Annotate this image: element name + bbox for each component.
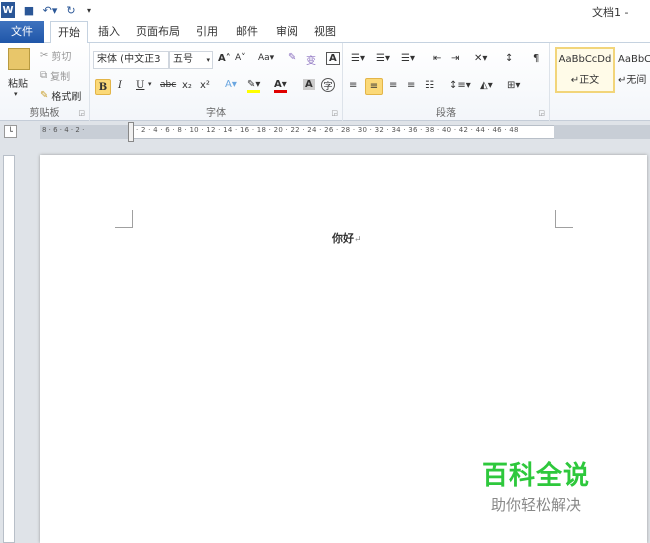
- undo-icon[interactable]: ↶▾: [40, 2, 60, 18]
- line-spacing-icon[interactable]: ↕≡▾: [449, 80, 471, 91]
- tab-page-layout[interactable]: 页面布局: [134, 21, 182, 43]
- scissors-icon: ✂: [40, 50, 49, 61]
- brush-icon: ✎: [40, 90, 49, 101]
- tab-view[interactable]: 视图: [310, 21, 340, 43]
- font-name-select[interactable]: 宋体 (中文正3: [93, 51, 169, 69]
- highlight-icon[interactable]: ✎▾: [247, 79, 261, 93]
- title-bar: W ■ ↶▾ ↻ ▾ 文档1 - Mic: [0, 0, 650, 33]
- copy-button[interactable]: ⧉ 复制: [40, 68, 70, 83]
- copy-label: 复制: [50, 72, 71, 83]
- font-size-select[interactable]: 五号 ▾: [169, 51, 213, 69]
- clear-format-icon[interactable]: ✎: [288, 52, 296, 63]
- char-shading-icon[interactable]: A: [303, 79, 315, 90]
- sort-icon[interactable]: ↕: [505, 53, 513, 64]
- shading-icon[interactable]: ◭▾: [480, 80, 493, 91]
- style-preview: AaBbC: [618, 54, 650, 65]
- style-normal[interactable]: AaBbCcDd ↵正文: [555, 47, 615, 93]
- clipboard-group-label: 剪贴板: [29, 108, 60, 119]
- font-color-icon[interactable]: A▾: [274, 79, 287, 93]
- margin-corner-mark: [115, 210, 133, 228]
- save-icon[interactable]: ■: [22, 2, 36, 18]
- dialog-launcher-icon[interactable]: ◲: [538, 109, 545, 117]
- phonetic-guide-icon[interactable]: 变: [306, 52, 316, 67]
- document-text[interactable]: 你好↵: [332, 230, 362, 246]
- strikethrough-button[interactable]: abc: [160, 80, 176, 90]
- watermark: 百科全说 助你轻松解决: [482, 455, 590, 515]
- watermark-title: 百科全说: [482, 461, 591, 491]
- tab-references[interactable]: 引用: [192, 21, 222, 43]
- redo-icon[interactable]: ↻: [64, 2, 78, 18]
- tab-file[interactable]: 文件: [0, 21, 44, 43]
- tab-insert[interactable]: 插入: [94, 21, 124, 43]
- watermark-subtitle: 助你轻松解决: [491, 496, 582, 514]
- style-name: ↵无间: [618, 75, 647, 86]
- font-group-label: 字体: [206, 108, 226, 119]
- align-center-icon[interactable]: ≡: [365, 78, 383, 95]
- change-case-button[interactable]: Aa ▾: [258, 53, 274, 63]
- underline-button[interactable]: U: [136, 80, 144, 91]
- vertical-ruler[interactable]: [3, 155, 15, 543]
- text-effects-icon[interactable]: A▾: [225, 79, 237, 90]
- justify-icon[interactable]: ≡: [407, 80, 415, 91]
- paste-dropdown-icon[interactable]: ▾: [14, 90, 18, 98]
- ruler-left-numbers: 8 · 6 · 4 · 2 ·: [42, 126, 85, 134]
- tab-review[interactable]: 审阅: [272, 21, 302, 43]
- ribbon: 粘贴 ▾ ✂ 剪切 ⧉ 复制 ✎ 格式刷 剪贴板 ◲ 宋体 (中文正3 五号 ▾ A˄ …: [0, 43, 650, 121]
- paste-button[interactable]: 粘贴: [8, 75, 28, 90]
- superscript-button[interactable]: x²: [200, 80, 210, 91]
- cut-button[interactable]: ✂ 剪切: [40, 48, 71, 63]
- ruler-right-margin: [554, 125, 650, 139]
- multilevel-list-icon[interactable]: ☰▾: [401, 53, 415, 64]
- enclose-char-icon[interactable]: 字: [321, 78, 335, 92]
- subscript-button[interactable]: x₂: [182, 80, 192, 91]
- tab-home[interactable]: 开始: [50, 21, 88, 44]
- font-group: 宋体 (中文正3 五号 ▾ A˄ A˅ Aa ▾ ✎ 变 A B I U ▾ abc…: [90, 43, 343, 121]
- copy-icon: ⧉: [40, 70, 48, 81]
- dialog-launcher-icon[interactable]: ◲: [331, 109, 338, 117]
- align-right-icon[interactable]: ≡: [389, 80, 397, 91]
- format-painter-button[interactable]: ✎ 格式刷: [40, 88, 81, 103]
- ruler-right-numbers: · 2 · 4 · 6 · 8 · 10 · 12 · 14 · 16 · 18…: [136, 126, 519, 134]
- chevron-down-icon: ▾: [206, 56, 210, 64]
- paragraph-group: ☰▾ ☰▾ ☰▾ ⇤ ⇥ ✕▾ ↕ ¶ ≡ ≡ ≡ ≡ ☷ ↕≡▾ ◭▾ ⊞▾ …: [343, 43, 550, 121]
- align-left-icon[interactable]: ≡: [349, 80, 357, 91]
- bullets-icon[interactable]: ☰▾: [351, 53, 365, 64]
- underline-dropdown-icon[interactable]: ▾: [148, 80, 152, 88]
- font-name-value: 宋体 (中文正3: [97, 54, 161, 65]
- style-name: ↵正文: [570, 75, 600, 86]
- chinese-layout-icon[interactable]: ✕▾: [474, 53, 487, 64]
- italic-button[interactable]: I: [118, 80, 122, 91]
- grow-font-icon[interactable]: A˄: [218, 53, 231, 64]
- margin-corner-mark: [555, 210, 573, 228]
- show-marks-icon[interactable]: ¶: [533, 53, 539, 64]
- indent-marker[interactable]: [128, 122, 134, 142]
- style-no-spacing[interactable]: AaBbC ↵无间: [618, 47, 650, 93]
- format-painter-label: 格式刷: [51, 92, 82, 103]
- distributed-icon[interactable]: ☷: [425, 80, 434, 91]
- increase-indent-icon[interactable]: ⇥: [451, 53, 459, 64]
- char-border-icon[interactable]: A: [326, 52, 340, 65]
- paragraph-group-label: 段落: [436, 108, 456, 119]
- cut-label: 剪切: [51, 52, 72, 63]
- clipboard-group: 粘贴 ▾ ✂ 剪切 ⧉ 复制 ✎ 格式刷 剪贴板 ◲: [0, 43, 90, 121]
- bold-button[interactable]: B: [95, 79, 111, 95]
- customize-quick-access-icon[interactable]: ▾: [84, 2, 94, 18]
- numbering-icon[interactable]: ☰▾: [376, 53, 390, 64]
- dialog-launcher-icon[interactable]: ◲: [78, 109, 85, 117]
- word-app-icon[interactable]: W: [1, 2, 15, 18]
- decrease-indent-icon[interactable]: ⇤: [433, 53, 441, 64]
- ribbon-tabs: 文件 开始 插入 页面布局 引用 邮件 审阅 视图: [0, 21, 650, 44]
- styles-group: AaBbCcDd ↵正文 AaBbC ↵无间: [550, 43, 650, 121]
- shrink-font-icon[interactable]: A˅: [235, 53, 246, 63]
- style-preview: AaBbCcDd: [558, 54, 612, 65]
- borders-icon[interactable]: ⊞▾: [507, 80, 520, 91]
- tab-selector-button[interactable]: └: [4, 125, 17, 138]
- change-case-label: Aa: [258, 53, 270, 63]
- font-size-value: 五号: [173, 54, 193, 65]
- tab-mailings[interactable]: 邮件: [232, 21, 262, 43]
- paste-icon[interactable]: [8, 48, 30, 70]
